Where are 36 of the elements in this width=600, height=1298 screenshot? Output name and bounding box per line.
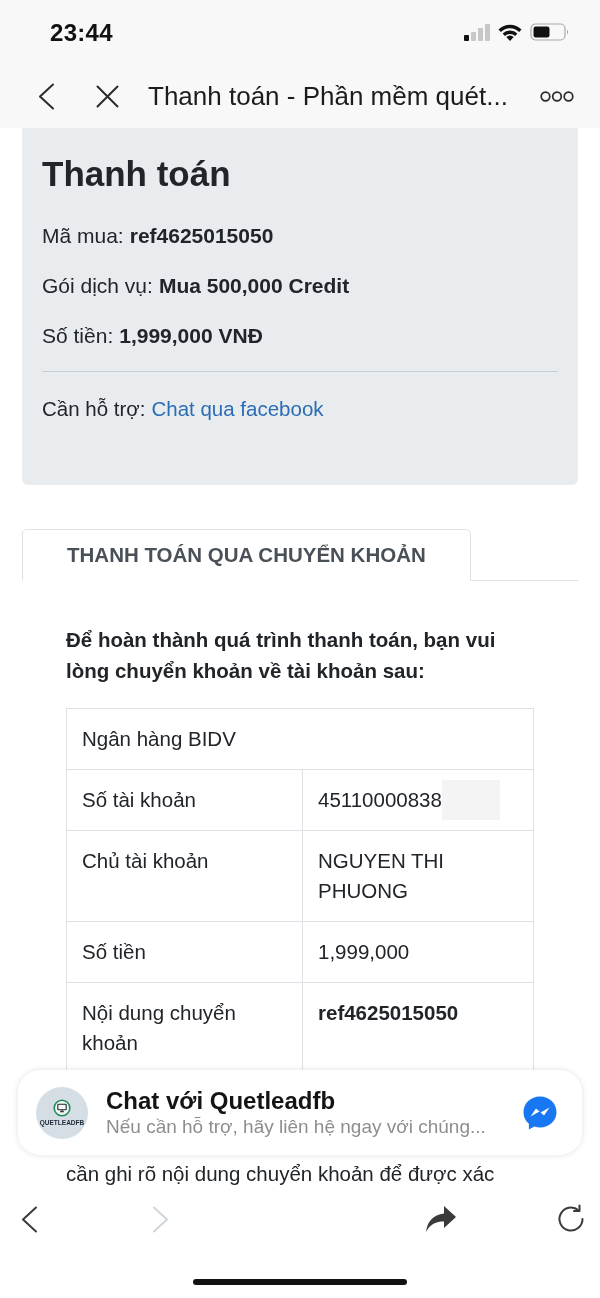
account-number-text: 45110000838 bbox=[318, 787, 442, 813]
signal-icon bbox=[464, 23, 490, 41]
share-arrow-icon bbox=[425, 1205, 457, 1233]
page-title: Thanh toán - Phần mềm quét... bbox=[148, 79, 508, 113]
back-chevron-icon bbox=[38, 82, 55, 110]
support-label: Cần hỗ trợ: bbox=[42, 396, 146, 422]
payment-tab[interactable]: THANH TOÁN QUA CHUYỂN KHOẢN bbox=[22, 529, 471, 581]
wifi-icon bbox=[498, 23, 522, 41]
table-cell: Số tài khoản bbox=[67, 770, 303, 831]
battery-icon bbox=[530, 23, 570, 41]
summary-heading: Thanh toán bbox=[42, 153, 232, 195]
field-value: 1,999,000 VNĐ bbox=[119, 323, 263, 349]
chat-title: Chat với Quetleadfb bbox=[106, 1086, 337, 1115]
table-cell: NGUYEN THI PHUONG bbox=[303, 831, 533, 922]
table-cell: 1,999,000 bbox=[303, 922, 533, 983]
table-cell: Ngân hàng BIDV bbox=[67, 709, 533, 770]
chat-subtitle: Nếu cần hỗ trợ, hãy liên hệ ngay với chúng... bbox=[106, 1115, 487, 1139]
table-cell: Chủ tài khoản bbox=[67, 831, 303, 922]
table-cell: Số tiền bbox=[67, 922, 303, 983]
field-value: ref4625015050 bbox=[129, 223, 274, 249]
field-label: Số tiền: bbox=[42, 323, 114, 349]
back-chevron-icon bbox=[20, 1205, 38, 1233]
reload-icon bbox=[556, 1204, 586, 1234]
status-time: 23:44 bbox=[50, 17, 113, 48]
monitor-logo-icon bbox=[53, 1098, 71, 1117]
field-label: Mã mua: bbox=[42, 223, 124, 249]
field-value: Mua 500,000 Credit bbox=[158, 273, 350, 299]
messenger-icon bbox=[522, 1094, 558, 1131]
field-label: Gói dịch vụ: bbox=[42, 273, 153, 299]
close-icon bbox=[95, 84, 119, 108]
facebook-chat-link[interactable]: Chat qua facebook bbox=[151, 395, 324, 423]
instructions-text: Để hoàn thành quá trình thanh toán, bạn vui lòng chuyển khoản về tài khoản sau: bbox=[66, 627, 497, 684]
note-text: cần ghi rõ nội dung chuyển khoản để được xác bbox=[66, 1161, 496, 1187]
forward-chevron-icon bbox=[151, 1205, 169, 1233]
more-dots-icon bbox=[540, 90, 574, 102]
table-cell-text: ref4625015050 bbox=[317, 1000, 460, 1026]
